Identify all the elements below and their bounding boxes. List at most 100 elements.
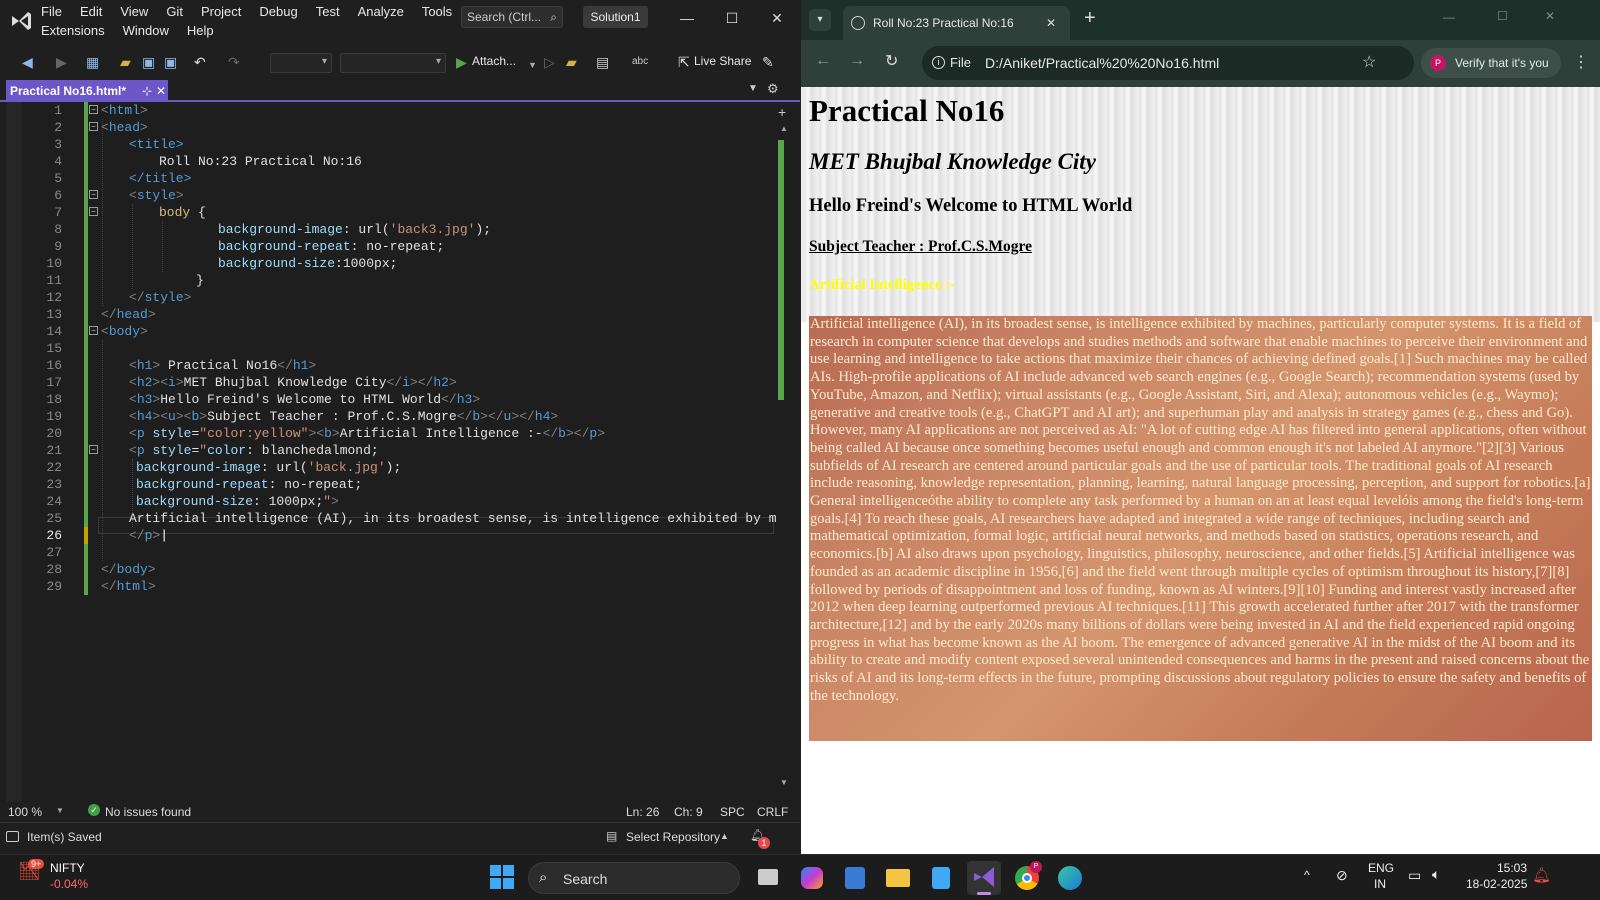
menu-view[interactable]: View (111, 2, 157, 22)
back-nav-icon[interactable]: ◀ (22, 54, 33, 70)
stock-badge: 9+ (28, 859, 45, 869)
scroll-down-icon[interactable]: ▼ (780, 778, 788, 787)
visual-studio-taskbar-icon[interactable] (967, 861, 1001, 895)
back-icon[interactable]: ← (815, 52, 831, 70)
display-icon[interactable]: ▭ (1408, 867, 1421, 884)
menu-analyze[interactable]: Analyze (349, 2, 413, 22)
close-icon[interactable]: ✕ (1545, 9, 1555, 23)
start-without-debug-icon[interactable]: ▷ (544, 54, 555, 70)
menu-git[interactable]: Git (157, 2, 192, 22)
open-folder-icon[interactable]: ▰ (120, 54, 131, 70)
volume-icon[interactable]: 🔈︎ (1432, 866, 1440, 883)
code-editor[interactable]: 1 2 3 4 5 6 7 8 9 10 11 12 13 14 15 16 1… (0, 102, 800, 802)
chevron-down-icon[interactable]: ▼ (528, 57, 537, 73)
gear-icon[interactable]: ⚙ (767, 81, 779, 97)
new-tab-icon[interactable]: + (1084, 7, 1096, 30)
language-primary[interactable]: ENG (1368, 861, 1394, 875)
address-url: D:/Aniket/Practical%20%20No16.html (985, 55, 1220, 71)
save-icon[interactable]: ▣ (142, 54, 155, 70)
scroll-up-icon[interactable]: ▲ (780, 124, 788, 133)
ai-paragraph: Artificial intelligence (AI), in its bro… (809, 316, 1592, 741)
redo-icon[interactable]: ↷ (228, 54, 240, 70)
address-bar[interactable]: i File D:/Aniket/Practical%20%20No16.htm… (922, 46, 1414, 80)
indent-mode[interactable]: SPC (720, 805, 745, 819)
address-scheme-chip[interactable]: File (950, 46, 971, 80)
menu-edit[interactable]: Edit (71, 2, 111, 22)
share-icon[interactable]: ⇱ (678, 54, 690, 70)
clock-time[interactable]: 15:03 (1497, 861, 1527, 875)
undo-icon[interactable]: ↶ (194, 54, 206, 70)
layout-icon[interactable]: ▤ (596, 54, 609, 70)
vs-search-box[interactable]: Search (Ctrl... ⌕ (461, 6, 563, 28)
task-view-icon[interactable] (752, 861, 786, 895)
chevron-up-icon[interactable]: ▲ (720, 831, 729, 841)
play-icon[interactable]: ▶ (456, 54, 467, 70)
horizontal-scrollbar[interactable] (262, 807, 592, 816)
code-line-19: <h4><u><b>Subject Teacher : Prof.C.S.Mog… (129, 409, 559, 424)
info-icon: i (932, 56, 945, 69)
menu-test[interactable]: Test (307, 2, 349, 22)
menu-file[interactable]: File (32, 2, 71, 22)
tab-practical-no16[interactable]: Practical No16.html* ⊹ ✕ (6, 80, 168, 102)
select-repository-button[interactable]: Select Repository (626, 830, 720, 844)
menu-tools[interactable]: Tools (413, 2, 461, 22)
chevron-down-icon[interactable]: ▼ (56, 806, 64, 815)
search-icon: ⌕ (550, 10, 557, 24)
attach-button[interactable]: Attach... (472, 54, 516, 68)
tab-close-icon[interactable]: ✕ (1046, 6, 1056, 40)
configuration-dropdown[interactable] (270, 53, 332, 73)
windows-start-icon[interactable] (490, 865, 514, 889)
notification-bell-icon[interactable]: 🔔︎ (1532, 866, 1551, 884)
tab-search-icon[interactable]: ▾ (809, 9, 831, 31)
reload-icon[interactable]: ↻ (885, 51, 898, 71)
menu-help[interactable]: Help (178, 21, 223, 41)
file-explorer-icon[interactable] (881, 861, 915, 895)
tab-list-dropdown-icon[interactable]: ▼ (748, 83, 758, 94)
microsoft-store-icon[interactable] (838, 861, 872, 895)
edge-taskbar-icon[interactable] (1053, 861, 1087, 895)
show-hidden-icons-icon[interactable]: ^ (1304, 868, 1310, 882)
globe-icon (851, 16, 865, 30)
minimize-icon[interactable]: — (672, 8, 702, 28)
platform-dropdown[interactable] (340, 53, 446, 73)
menu-extensions[interactable]: Extensions (32, 21, 114, 41)
spell-check-icon[interactable]: abc (632, 54, 648, 70)
minimize-icon[interactable]: — (1443, 10, 1455, 24)
code-line-28: </body> (101, 562, 156, 577)
new-project-icon[interactable]: ▦ (86, 54, 99, 70)
code-line-12: </style> (129, 290, 192, 305)
kebab-menu-icon[interactable]: ⋮ (1573, 52, 1589, 72)
solution-name-badge[interactable]: Solution1 (583, 6, 648, 28)
folder-icon[interactable]: ▰ (566, 54, 577, 70)
feedback-icon[interactable]: ✎ (762, 54, 774, 70)
forward-nav-icon[interactable]: ▶ (56, 54, 67, 70)
star-bookmark-icon[interactable]: ☆ (1362, 46, 1376, 80)
browser-tab[interactable]: Roll No:23 Practical No:16 ✕ (843, 6, 1070, 40)
menu-window[interactable]: Window (114, 21, 178, 41)
notepad-icon[interactable] (924, 861, 958, 895)
stock-widget[interactable]: 📉︎ 9+ NIFTY -0.04% (18, 859, 138, 897)
line-endings[interactable]: CRLF (757, 805, 788, 819)
zoom-level[interactable]: 100 % (8, 805, 42, 819)
close-icon[interactable]: ✕ (762, 8, 792, 28)
pin-icon[interactable]: ⊹ (142, 80, 152, 102)
maximize-icon[interactable]: ☐ (1497, 9, 1508, 23)
verify-identity-button[interactable]: P Verify that it's you (1421, 48, 1561, 78)
live-share-button[interactable]: Live Share (694, 54, 751, 68)
code-line-17: <h2><i>MET Bhujbal Knowledge City</i></h… (129, 375, 457, 390)
save-all-icon[interactable]: ▣ (164, 54, 177, 70)
menu-debug[interactable]: Debug (250, 2, 306, 22)
copilot-icon[interactable] (795, 861, 829, 895)
chrome-taskbar-icon[interactable]: P (1010, 861, 1044, 895)
taskbar-search-box[interactable]: ⌕ Search (528, 862, 740, 894)
tab-close-icon[interactable]: ✕ (156, 80, 166, 102)
forward-icon[interactable]: → (849, 52, 865, 70)
menu-project[interactable]: Project (192, 2, 250, 22)
network-off-icon[interactable]: ⊘ (1336, 867, 1348, 884)
issues-status[interactable]: No issues found (105, 805, 191, 819)
maximize-icon[interactable]: ☐ (717, 8, 747, 28)
profile-avatar: P (1430, 55, 1446, 71)
clock-date[interactable]: 18-02-2025 (1466, 877, 1527, 891)
split-editor-icon[interactable]: + (778, 104, 786, 120)
language-region[interactable]: IN (1374, 877, 1386, 891)
